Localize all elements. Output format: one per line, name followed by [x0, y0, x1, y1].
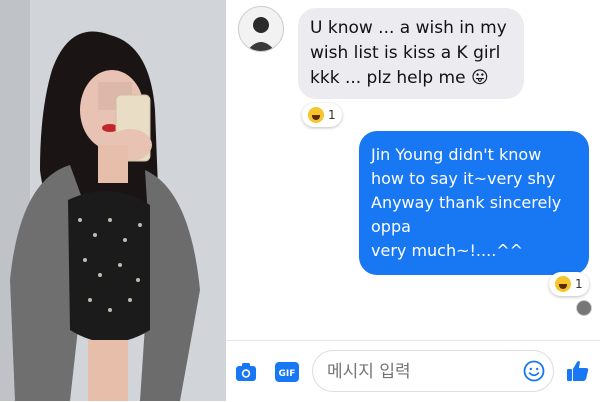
- incoming-reaction-count: 1: [328, 108, 336, 122]
- photo-image: [0, 0, 226, 401]
- gif-icon: GIF: [275, 362, 299, 382]
- incoming-message-bubble[interactable]: U know ... a wish in my wish list is kis…: [298, 8, 524, 99]
- outgoing-reaction-count: 1: [575, 277, 583, 291]
- outgoing-message-line-1: Jin Young didn't know: [371, 145, 542, 164]
- outgoing-message-line-3: Anyway thank sincerely: [371, 193, 562, 212]
- emoji-button[interactable]: [523, 360, 545, 382]
- outgoing-message-line-2: how to say it~very shy: [371, 169, 556, 188]
- chat-panel: U know ... a wish in my wish list is kis…: [226, 0, 600, 402]
- message-composer: GIF: [226, 340, 600, 402]
- outgoing-reaction[interactable]: 1: [549, 272, 589, 296]
- gif-button[interactable]: GIF: [275, 361, 299, 383]
- message-input-wrapper: [312, 350, 554, 392]
- incoming-reaction[interactable]: 1: [302, 103, 342, 127]
- sender-avatar[interactable]: [238, 6, 284, 52]
- haha-emoji-icon: [308, 107, 324, 123]
- emoji-icon: [523, 360, 545, 382]
- haha-emoji-icon: [555, 276, 571, 292]
- camera-icon: [236, 363, 256, 381]
- like-button[interactable]: [566, 359, 590, 383]
- avatar-image: [239, 7, 283, 51]
- outgoing-message-line-4: oppa: [371, 217, 411, 236]
- message-input[interactable]: [325, 359, 519, 385]
- outgoing-message-line-5: very much~!....^^: [371, 241, 524, 260]
- outgoing-message-bubble[interactable]: Jin Young didn't know how to say it~very…: [359, 131, 589, 275]
- seen-avatar: [576, 300, 592, 316]
- gif-label: GIF: [279, 369, 296, 379]
- incoming-message-line-2: wish list is kiss a K girl: [310, 43, 501, 63]
- camera-button[interactable]: [235, 361, 257, 383]
- incoming-message-line-1: U know ... a wish in my: [310, 18, 507, 38]
- shared-photo[interactable]: [0, 0, 226, 401]
- incoming-message-line-3: kkk ... plz help me 😛: [310, 68, 489, 88]
- thumbs-up-icon: [567, 361, 589, 381]
